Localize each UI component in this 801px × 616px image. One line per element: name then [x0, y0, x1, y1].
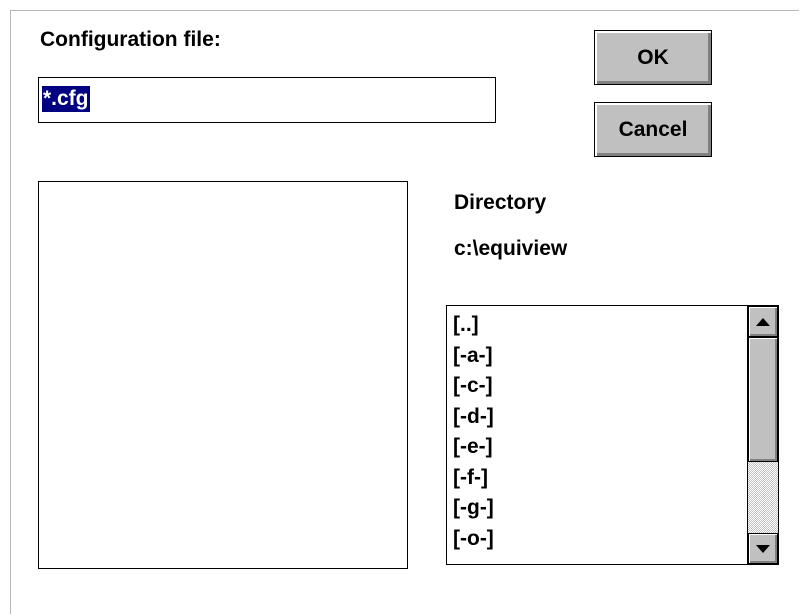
directory-list[interactable]: [..] [-a-] [-c-] [-d-] [-e-] [-f-] [-g-]… [446, 305, 779, 565]
directory-item[interactable]: [-g-] [453, 493, 494, 524]
file-list[interactable] [38, 181, 408, 569]
directory-item[interactable]: [-f-] [453, 463, 494, 494]
scroll-down-button[interactable] [748, 533, 778, 564]
open-config-dialog: Configuration file: *.cfg OK Cancel Dire… [10, 10, 799, 614]
filename-input-value: *.cfg [42, 86, 90, 112]
scroll-up-button[interactable] [748, 306, 778, 337]
directory-item[interactable]: [..] [453, 310, 494, 341]
cancel-button[interactable]: Cancel [594, 102, 712, 157]
ok-button[interactable]: OK [594, 30, 712, 85]
directory-item[interactable]: [-e-] [453, 432, 494, 463]
current-directory: c:\equiview [454, 237, 568, 260]
directory-item[interactable]: [-d-] [453, 402, 494, 433]
scroll-thumb[interactable] [748, 337, 778, 462]
directory-item[interactable]: [-a-] [453, 341, 494, 372]
directory-item[interactable]: [-c-] [453, 371, 494, 402]
directory-scrollbar[interactable] [747, 306, 778, 564]
filename-label: Configuration file: [40, 28, 221, 51]
filename-input[interactable]: *.cfg [38, 77, 496, 123]
directory-item[interactable]: [-o-] [453, 524, 494, 555]
arrow-down-icon [756, 544, 770, 553]
directory-label: Directory [454, 191, 547, 214]
arrow-up-icon [756, 317, 770, 326]
